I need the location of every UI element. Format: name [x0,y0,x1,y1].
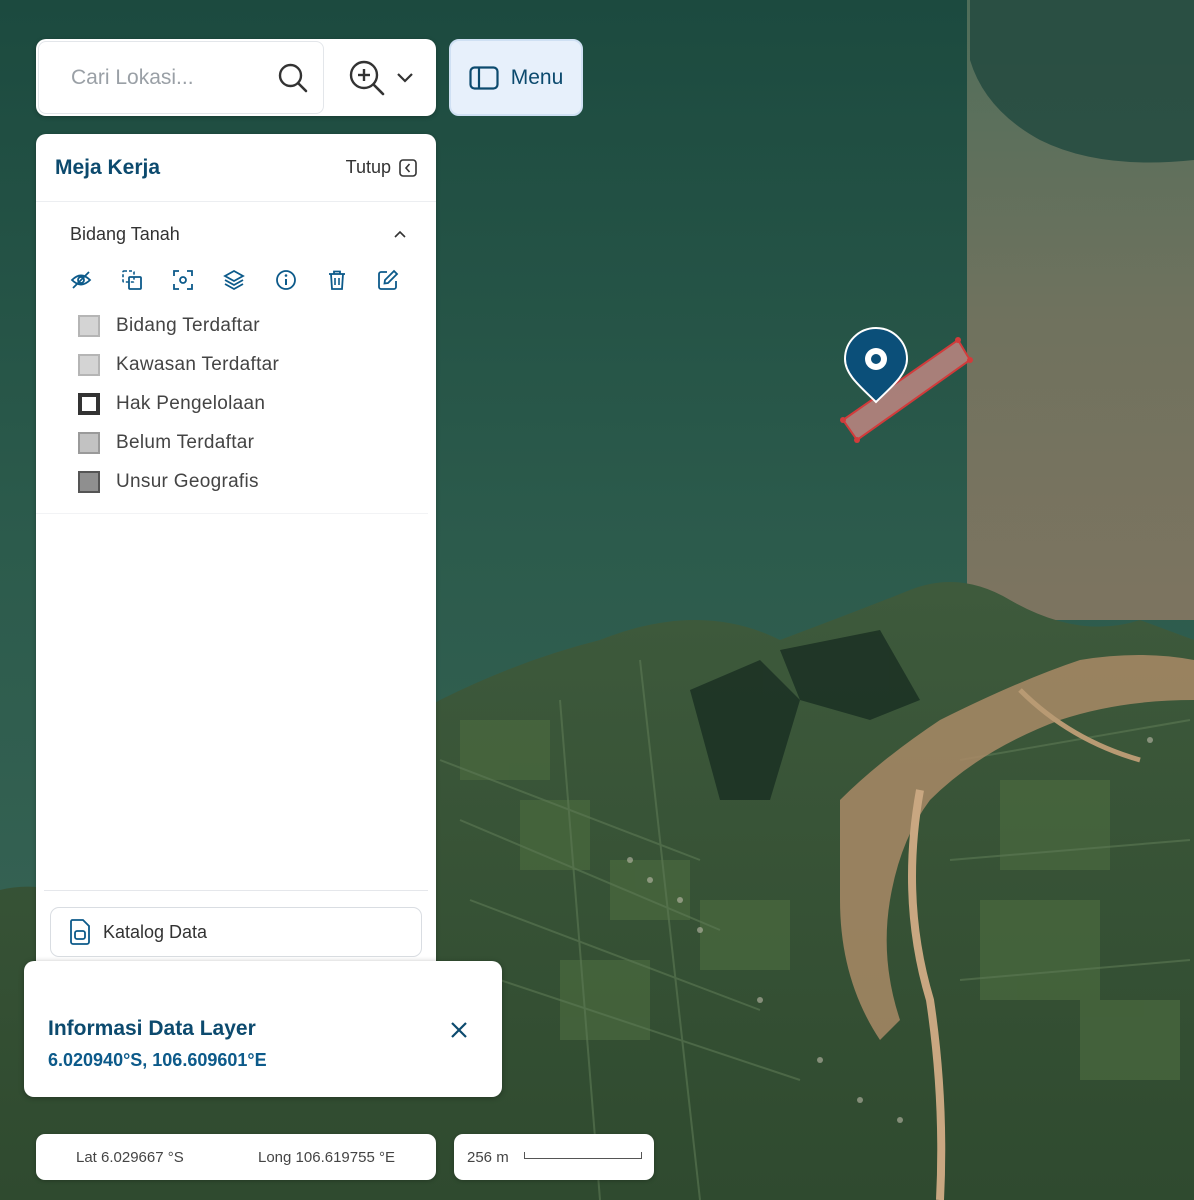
close-icon[interactable] [448,1019,470,1041]
search-toolbar [36,39,436,116]
legend-swatch [78,353,100,376]
zoom-in-icon [348,59,386,97]
workspace-panel: Meja Kerja Tutup Bidang Tanah Bidang Ter… [36,134,436,984]
collapse-left-icon [399,158,417,177]
legend-item: Belum Terdaftar [78,423,428,462]
layer-legend: Bidang Terdaftar Kawasan Terdaftar Hak P… [36,306,428,501]
legend-swatch [78,314,100,337]
zoom-dropdown-button[interactable] [326,39,436,116]
search-input[interactable] [69,64,273,91]
close-panel-button[interactable]: Tutup [346,157,417,178]
menu-label: Menu [510,65,564,89]
legend-label: Belum Terdaftar [116,431,255,453]
chevron-up-icon[interactable] [394,230,406,238]
search-box [38,41,324,114]
legend-swatch [78,431,100,454]
sidebar-icon [469,65,499,90]
info-icon[interactable] [275,268,326,292]
legend-label: Unsur Geografis [116,470,259,492]
trash-icon[interactable] [326,268,377,292]
legend-swatch [78,470,100,493]
eye-off-icon[interactable] [70,268,121,292]
document-icon [69,919,91,945]
layer-header[interactable]: Bidang Tanah [36,202,428,246]
scale-line [524,1152,642,1159]
copy-icon[interactable] [121,268,172,292]
legend-item: Kawasan Terdaftar [78,345,428,384]
katalog-data-button[interactable]: Katalog Data [50,907,422,957]
close-panel-label: Tutup [345,157,391,177]
scale-label: 256 m [467,1149,509,1166]
legend-label: Hak Pengelolaan [116,392,266,414]
layer-name: Bidang Tanah [70,223,180,244]
divider [44,890,428,891]
longitude-readout: Long 106.619755 °E [258,1149,395,1166]
panel-header: Meja Kerja Tutup [36,134,436,202]
legend-item: Bidang Terdaftar [78,306,428,345]
info-popup-title: Informasi Data Layer [48,1017,256,1040]
legend-item: Unsur Geografis [78,462,428,501]
coordinate-readout: Lat 6.029667 °S Long 106.619755 °E [36,1134,436,1180]
legend-label: Bidang Terdaftar [116,314,260,336]
legend-label: Kawasan Terdaftar [116,353,280,375]
search-icon[interactable] [277,62,309,94]
menu-button[interactable]: Menu [449,39,583,116]
chevron-down-icon [396,72,414,84]
layer-tools [36,268,428,292]
layer-section: Bidang Tanah Bidang Terdaftar Kawasan Te… [36,202,428,514]
info-popup: Informasi Data Layer 6.020940°S, 106.609… [24,961,502,1097]
layers-icon[interactable] [223,268,274,292]
latitude-readout: Lat 6.029667 °S [76,1149,184,1166]
legend-item: Hak Pengelolaan [78,384,428,423]
edit-icon[interactable] [377,268,428,292]
legend-swatch [78,392,100,415]
info-popup-coordinates: 6.020940°S, 106.609601°E [48,1050,267,1070]
panel-title: Meja Kerja [55,155,161,179]
focus-icon[interactable] [172,268,223,292]
scale-bar: 256 m [454,1134,654,1180]
katalog-data-label: Katalog Data [103,921,208,942]
